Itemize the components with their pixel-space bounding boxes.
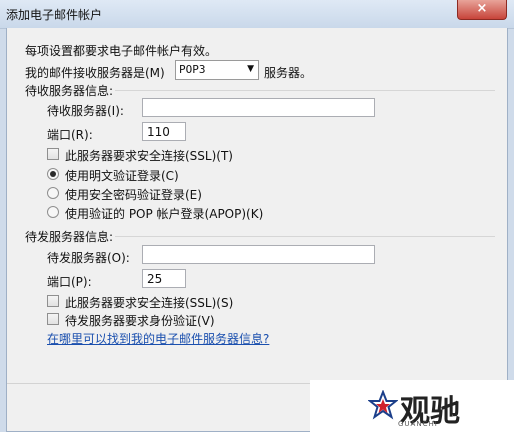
incoming-ssl-label: 此服务器要求安全连接(SSL)(T) xyxy=(65,149,233,163)
title-bar: 添加电子邮件帐户 × xyxy=(0,0,514,29)
server-type-value: POP3 xyxy=(179,63,206,76)
auth-radio-spa[interactable] xyxy=(47,187,59,199)
chevron-down-icon: ▼ xyxy=(247,64,254,74)
outgoing-port-value: 25 xyxy=(147,272,163,286)
outgoing-ssl-checkbox[interactable] xyxy=(47,295,59,307)
incoming-port-value: 110 xyxy=(147,125,170,139)
outgoing-server-input[interactable] xyxy=(142,245,375,264)
watermark: 观驰 GUANCHI xyxy=(310,380,514,432)
outgoing-heading: 待发服务器信息: xyxy=(25,230,114,244)
incoming-divider xyxy=(115,90,495,91)
incoming-port-input[interactable]: 110 xyxy=(142,122,186,141)
outgoing-auth-label: 待发服务器要求身份验证(V) xyxy=(65,314,215,328)
auth-label-spa: 使用安全密码验证登录(E) xyxy=(65,188,202,202)
star-logo-icon xyxy=(368,390,398,420)
outgoing-ssl-label: 此服务器要求安全连接(SSL)(S) xyxy=(65,296,234,310)
outgoing-port-input[interactable]: 25 xyxy=(142,269,186,288)
server-type-label: 我的邮件接收服务器是(M) xyxy=(25,66,165,80)
close-icon: × xyxy=(476,1,488,16)
server-type-suffix: 服务器。 xyxy=(264,66,313,80)
outgoing-auth-checkbox[interactable] xyxy=(47,313,59,325)
incoming-server-label: 待收服务器(I): xyxy=(47,104,124,118)
incoming-server-input[interactable] xyxy=(142,98,375,117)
watermark-subtext: GUANCHI xyxy=(398,420,438,428)
incoming-heading: 待收服务器信息: xyxy=(25,84,114,98)
dialog-body: 每项设置都要求电子邮件帐户有效。 我的邮件接收服务器是(M) POP3 ▼ 服务… xyxy=(6,28,508,432)
help-link[interactable]: 在哪里可以找到我的电子邮件服务器信息? xyxy=(47,330,269,347)
close-button[interactable]: × xyxy=(457,0,507,20)
window-title: 添加电子邮件帐户 xyxy=(6,8,103,22)
incoming-ssl-checkbox[interactable] xyxy=(47,148,59,160)
auth-radio-apop[interactable] xyxy=(47,206,59,218)
incoming-port-label: 端口(R): xyxy=(47,128,93,142)
auth-label-plaintext: 使用明文验证登录(C) xyxy=(65,169,179,183)
auth-radio-plaintext[interactable] xyxy=(47,168,59,180)
server-type-select[interactable]: POP3 ▼ xyxy=(175,60,259,80)
intro-text: 每项设置都要求电子邮件帐户有效。 xyxy=(25,44,218,58)
outgoing-divider xyxy=(115,236,495,237)
outgoing-port-label: 端口(P): xyxy=(47,275,92,289)
auth-label-apop: 使用验证的 POP 帐户登录(APOP)(K) xyxy=(65,207,264,221)
outgoing-server-label: 待发服务器(O): xyxy=(47,251,130,265)
